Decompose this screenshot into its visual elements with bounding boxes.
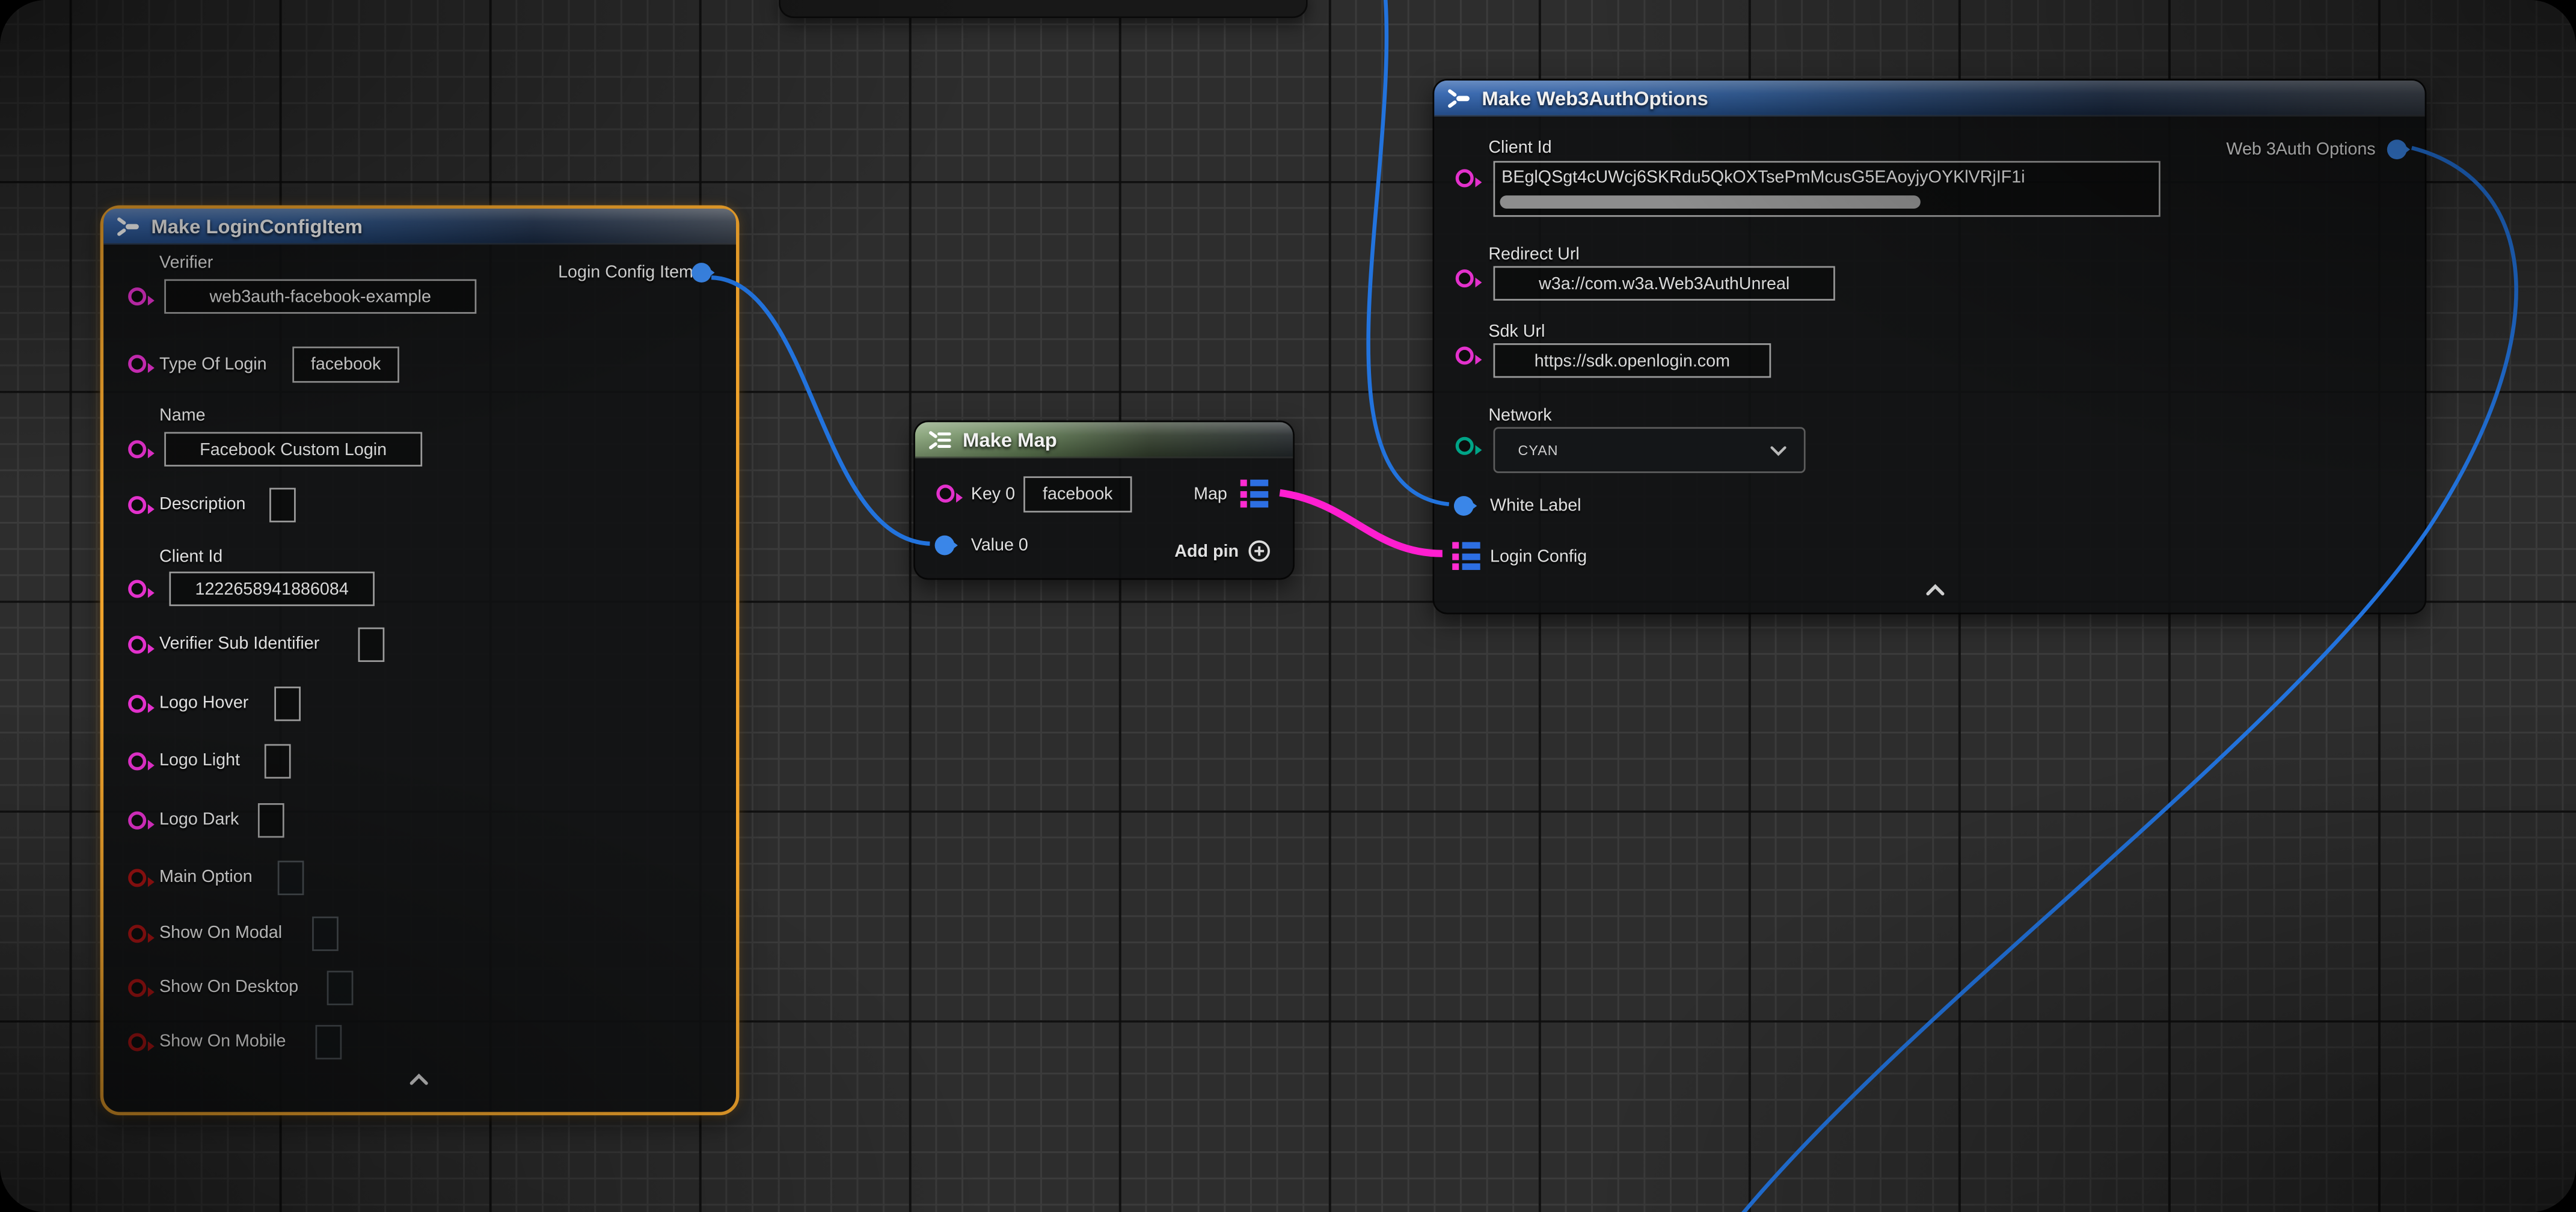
input-pin-client-id[interactable] <box>1456 169 1474 187</box>
input-pin-key-0[interactable] <box>936 485 954 503</box>
wire-map-to-login-config[interactable] <box>1280 493 1442 554</box>
node-make-map[interactable]: Make Map Key 0 facebook Map Value 0 Add … <box>913 420 1295 580</box>
output-pin-map[interactable] <box>1240 480 1270 507</box>
make-map-icon <box>927 429 953 449</box>
input-pin-name[interactable] <box>128 440 146 458</box>
sdk-url-input[interactable]: https://sdk.openlogin.com <box>1494 343 1771 378</box>
offscreen-node-partial[interactable] <box>779 0 1308 18</box>
client-id-scrollbar[interactable] <box>1500 195 1920 209</box>
node-title: Make LoginConfigItem <box>151 215 363 237</box>
input-pin-logo-dark[interactable] <box>128 812 146 830</box>
blueprint-graph-canvas[interactable]: Make LoginConfigItem Login Config Item V… <box>0 0 2576 1212</box>
output-pin-login-config-item[interactable] <box>692 263 711 283</box>
redirect-url-input[interactable]: w3a://com.w3a.Web3AuthUnreal <box>1494 266 1835 301</box>
input-pin-type-of-login[interactable] <box>128 355 146 373</box>
logo-dark-input[interactable] <box>258 803 284 837</box>
verifier-input[interactable]: web3auth-facebook-example <box>164 279 476 313</box>
input-pin-value-0[interactable] <box>935 536 955 556</box>
pin-label-show-on-modal: Show On Modal <box>159 923 282 943</box>
input-pin-logo-light[interactable] <box>128 752 146 770</box>
verifier-sub-identifier-input[interactable] <box>358 628 385 662</box>
pin-label-client-id: Client Id <box>1488 138 1551 158</box>
pin-label-client-id: Client Id <box>159 547 222 567</box>
node-header-make-map[interactable]: Make Map <box>915 422 1293 458</box>
node-title: Make Map <box>963 428 1057 451</box>
collapse-node-button[interactable] <box>1924 583 1946 598</box>
make-struct-icon <box>115 216 141 236</box>
node-title: Make Web3AuthOptions <box>1482 86 1708 109</box>
pin-label-redirect-url: Redirect Url <box>1488 245 1579 265</box>
pin-label-description: Description <box>159 494 246 514</box>
description-input[interactable] <box>269 488 296 522</box>
collapse-node-button[interactable] <box>408 1073 431 1088</box>
output-pin-label: Login Config Item <box>558 263 693 283</box>
add-pin-button[interactable] <box>1247 539 1272 563</box>
pin-label-verifier-sub-identifier: Verifier Sub Identifier <box>159 634 319 654</box>
input-pin-description[interactable] <box>128 496 146 514</box>
pin-label-name: Name <box>159 406 206 426</box>
network-dropdown-value: CYAN <box>1518 442 1559 458</box>
input-pin-redirect-url[interactable] <box>1456 269 1474 287</box>
show-on-modal-checkbox[interactable] <box>312 917 339 951</box>
client-id-input[interactable]: 1222658941886084 <box>169 572 375 606</box>
network-dropdown[interactable]: CYAN <box>1494 427 1806 473</box>
name-input[interactable]: Facebook Custom Login <box>164 432 422 467</box>
input-pin-show-on-desktop[interactable] <box>128 979 146 997</box>
pin-label-sdk-url: Sdk Url <box>1488 322 1545 342</box>
show-on-desktop-checkbox[interactable] <box>327 971 354 1005</box>
pin-label-logo-light: Logo Light <box>159 751 240 771</box>
pin-label-logo-dark: Logo Dark <box>159 810 239 830</box>
key-0-input[interactable]: facebook <box>1023 476 1132 512</box>
node-header-make-loginconfigitem[interactable]: Make LoginConfigItem <box>103 209 736 245</box>
make-struct-icon <box>1446 88 1472 108</box>
pin-label-login-config: Login Config <box>1490 547 1587 567</box>
pin-label-main-option: Main Option <box>159 868 253 887</box>
pin-label-key-0: Key 0 <box>971 485 1015 504</box>
input-pin-show-on-mobile[interactable] <box>128 1033 146 1051</box>
node-make-loginconfigitem[interactable]: Make LoginConfigItem Login Config Item V… <box>103 209 736 1112</box>
logo-light-input[interactable] <box>265 744 291 779</box>
type-of-login-input[interactable]: facebook <box>292 346 399 382</box>
pin-label-show-on-desktop: Show On Desktop <box>159 978 298 997</box>
show-on-mobile-checkbox[interactable] <box>316 1025 342 1059</box>
input-pin-verifier-sub-identifier[interactable] <box>128 635 146 653</box>
main-option-checkbox[interactable] <box>278 861 304 895</box>
pin-label-white-label: White Label <box>1490 496 1581 516</box>
pin-label-show-on-mobile: Show On Mobile <box>159 1032 286 1051</box>
output-pin-label-map: Map <box>1194 485 1227 504</box>
input-pin-network[interactable] <box>1456 437 1474 455</box>
add-pin-label: Add pin <box>1174 542 1239 562</box>
input-pin-sdk-url[interactable] <box>1456 346 1474 364</box>
pin-label-network: Network <box>1488 406 1551 426</box>
input-pin-show-on-modal[interactable] <box>128 925 146 943</box>
logo-hover-input[interactable] <box>274 687 301 721</box>
input-pin-white-label[interactable] <box>1454 496 1474 516</box>
output-pin-web3auth-options[interactable] <box>2387 139 2407 159</box>
blueprint-editor-stage: Make LoginConfigItem Login Config Item V… <box>0 0 2576 1212</box>
input-pin-verifier[interactable] <box>128 287 146 305</box>
pin-label-value-0: Value 0 <box>971 536 1028 556</box>
chevron-down-icon <box>1770 444 1788 456</box>
output-pin-label: Web 3Auth Options <box>2226 139 2375 159</box>
pin-label-logo-hover: Logo Hover <box>159 693 248 713</box>
input-pin-login-config[interactable] <box>1452 542 1482 570</box>
pin-label-verifier: Verifier <box>159 253 213 273</box>
input-pin-main-option[interactable] <box>128 869 146 887</box>
node-header-make-web3authoptions[interactable]: Make Web3AuthOptions <box>1434 81 2424 117</box>
input-pin-client-id[interactable] <box>128 580 146 598</box>
pin-label-type-of-login: Type Of Login <box>159 355 267 375</box>
input-pin-logo-hover[interactable] <box>128 695 146 713</box>
node-make-web3authoptions[interactable]: Make Web3AuthOptions Web 3Auth Options C… <box>1432 79 2426 614</box>
wire-login-config-item-to-value-0[interactable] <box>711 278 930 544</box>
